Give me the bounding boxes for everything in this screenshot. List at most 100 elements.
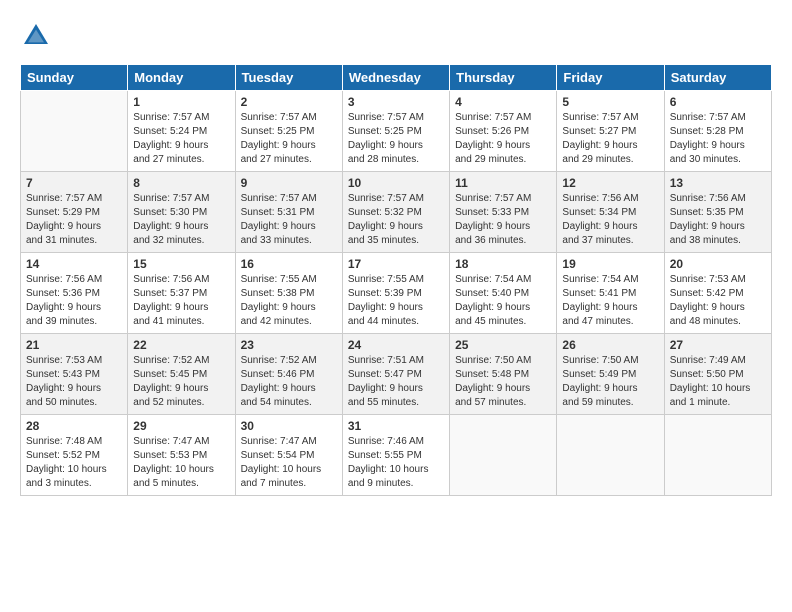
calendar-cell: 31 Sunrise: 7:46 AM Sunset: 5:55 PM Dayli… [342,415,449,496]
calendar-cell: 25Sunrise: 7:50 AM Sunset: 5:48 PM Dayli… [450,334,557,415]
calendar-cell: 12 Sunrise: 7:56 AM Sunset: 5:34 PM Dayli… [557,172,664,253]
day-number: 15 [133,257,229,271]
day-number: 22 [133,338,229,352]
day-number: 13 [670,176,766,190]
calendar-cell: 26 Sunrise: 7:50 AM Sunset: 5:49 PM Dayli… [557,334,664,415]
day-info: Sunrise: 7:52 AM Sunset: 5:45 PM Dayligh… [133,354,229,410]
calendar-cell: 2 Sunrise: 7:57 AM Sunset: 5:25 PM Daylig… [235,91,342,172]
day-info: Sunrise: 7:57 AM Sunset: 5:33 PM Dayligh… [455,192,551,248]
calendar-cell: 30 Sunrise: 7:47 AM Sunset: 5:54 PM Dayli… [235,415,342,496]
day-number: 4 [455,95,551,109]
weekday-header-sunday: Sunday [21,65,128,91]
calendar-cell: 6 Sunrise: 7:57 AM Sunset: 5:28 PM Daylig… [664,91,771,172]
week-row-3: 14Sunrise: 7:56 AM Sunset: 5:36 PM Dayli… [21,253,772,334]
calendar-cell: 16 Sunrise: 7:55 AM Sunset: 5:38 PM Dayli… [235,253,342,334]
calendar-cell: 14Sunrise: 7:56 AM Sunset: 5:36 PM Dayli… [21,253,128,334]
calendar-cell: 20 Sunrise: 7:53 AM Sunset: 5:42 PM Dayli… [664,253,771,334]
day-number: 30 [241,419,337,433]
calendar-cell: 23 Sunrise: 7:52 AM Sunset: 5:46 PM Dayli… [235,334,342,415]
calendar: SundayMondayTuesdayWednesdayThursdayFrid… [20,64,772,496]
day-number: 11 [455,176,551,190]
day-info: Sunrise: 7:54 AM Sunset: 5:40 PM Dayligh… [455,273,551,329]
header [20,20,772,52]
weekday-header-saturday: Saturday [664,65,771,91]
week-row-2: 7Sunrise: 7:57 AM Sunset: 5:29 PM Daylig… [21,172,772,253]
calendar-cell: 3 Sunrise: 7:57 AM Sunset: 5:25 PM Daylig… [342,91,449,172]
weekday-header-monday: Monday [128,65,235,91]
day-info: Sunrise: 7:57 AM Sunset: 5:28 PM Dayligh… [670,111,766,167]
calendar-cell: 21Sunrise: 7:53 AM Sunset: 5:43 PM Dayli… [21,334,128,415]
day-info: Sunrise: 7:47 AM Sunset: 5:54 PM Dayligh… [241,435,337,491]
day-info: Sunrise: 7:57 AM Sunset: 5:25 PM Dayligh… [348,111,444,167]
day-number: 24 [348,338,444,352]
week-row-5: 28 Sunrise: 7:48 AM Sunset: 5:52 PM Dayli… [21,415,772,496]
day-info: Sunrise: 7:48 AM Sunset: 5:52 PM Dayligh… [26,435,122,491]
day-info: Sunrise: 7:53 AM Sunset: 5:42 PM Dayligh… [670,273,766,329]
day-number: 23 [241,338,337,352]
day-info: Sunrise: 7:50 AM Sunset: 5:49 PM Dayligh… [562,354,658,410]
calendar-cell: 9 Sunrise: 7:57 AM Sunset: 5:31 PM Daylig… [235,172,342,253]
weekday-header-tuesday: Tuesday [235,65,342,91]
day-number: 28 [26,419,122,433]
day-number: 21 [26,338,122,352]
week-row-1: 1Sunrise: 7:57 AM Sunset: 5:24 PM Daylig… [21,91,772,172]
calendar-cell: 15 Sunrise: 7:56 AM Sunset: 5:37 PM Dayli… [128,253,235,334]
day-number: 6 [670,95,766,109]
day-number: 9 [241,176,337,190]
day-info: Sunrise: 7:55 AM Sunset: 5:38 PM Dayligh… [241,273,337,329]
logo [20,20,58,52]
calendar-cell [557,415,664,496]
calendar-cell: 4Sunrise: 7:57 AM Sunset: 5:26 PM Daylig… [450,91,557,172]
day-info: Sunrise: 7:55 AM Sunset: 5:39 PM Dayligh… [348,273,444,329]
week-row-4: 21Sunrise: 7:53 AM Sunset: 5:43 PM Dayli… [21,334,772,415]
calendar-cell [450,415,557,496]
day-info: Sunrise: 7:57 AM Sunset: 5:29 PM Dayligh… [26,192,122,248]
day-info: Sunrise: 7:56 AM Sunset: 5:35 PM Dayligh… [670,192,766,248]
day-number: 10 [348,176,444,190]
day-number: 25 [455,338,551,352]
day-number: 1 [133,95,229,109]
day-info: Sunrise: 7:57 AM Sunset: 5:31 PM Dayligh… [241,192,337,248]
calendar-cell: 1Sunrise: 7:57 AM Sunset: 5:24 PM Daylig… [128,91,235,172]
page: SundayMondayTuesdayWednesdayThursdayFrid… [0,0,792,612]
day-number: 27 [670,338,766,352]
calendar-cell: 27 Sunrise: 7:49 AM Sunset: 5:50 PM Dayli… [664,334,771,415]
day-info: Sunrise: 7:57 AM Sunset: 5:25 PM Dayligh… [241,111,337,167]
day-number: 20 [670,257,766,271]
day-number: 3 [348,95,444,109]
day-info: Sunrise: 7:56 AM Sunset: 5:36 PM Dayligh… [26,273,122,329]
day-info: Sunrise: 7:54 AM Sunset: 5:41 PM Dayligh… [562,273,658,329]
calendar-cell: 11 Sunrise: 7:57 AM Sunset: 5:33 PM Dayli… [450,172,557,253]
calendar-cell: 8 Sunrise: 7:57 AM Sunset: 5:30 PM Daylig… [128,172,235,253]
day-info: Sunrise: 7:52 AM Sunset: 5:46 PM Dayligh… [241,354,337,410]
day-number: 16 [241,257,337,271]
day-info: Sunrise: 7:51 AM Sunset: 5:47 PM Dayligh… [348,354,444,410]
calendar-cell [664,415,771,496]
day-number: 26 [562,338,658,352]
day-number: 8 [133,176,229,190]
day-info: Sunrise: 7:56 AM Sunset: 5:34 PM Dayligh… [562,192,658,248]
calendar-cell: 29 Sunrise: 7:47 AM Sunset: 5:53 PM Dayli… [128,415,235,496]
day-info: Sunrise: 7:56 AM Sunset: 5:37 PM Dayligh… [133,273,229,329]
day-info: Sunrise: 7:47 AM Sunset: 5:53 PM Dayligh… [133,435,229,491]
day-info: Sunrise: 7:46 AM Sunset: 5:55 PM Dayligh… [348,435,444,491]
calendar-cell: 10 Sunrise: 7:57 AM Sunset: 5:32 PM Dayli… [342,172,449,253]
weekday-header-wednesday: Wednesday [342,65,449,91]
calendar-cell: 18 Sunrise: 7:54 AM Sunset: 5:40 PM Dayli… [450,253,557,334]
calendar-cell: 7Sunrise: 7:57 AM Sunset: 5:29 PM Daylig… [21,172,128,253]
day-info: Sunrise: 7:57 AM Sunset: 5:32 PM Dayligh… [348,192,444,248]
calendar-cell: 24 Sunrise: 7:51 AM Sunset: 5:47 PM Dayli… [342,334,449,415]
calendar-cell: 28 Sunrise: 7:48 AM Sunset: 5:52 PM Dayli… [21,415,128,496]
day-info: Sunrise: 7:49 AM Sunset: 5:50 PM Dayligh… [670,354,766,410]
day-number: 5 [562,95,658,109]
calendar-cell [21,91,128,172]
day-number: 18 [455,257,551,271]
day-info: Sunrise: 7:57 AM Sunset: 5:30 PM Dayligh… [133,192,229,248]
weekday-header-row: SundayMondayTuesdayWednesdayThursdayFrid… [21,65,772,91]
calendar-cell: 5Sunrise: 7:57 AM Sunset: 5:27 PM Daylig… [557,91,664,172]
day-number: 2 [241,95,337,109]
day-number: 12 [562,176,658,190]
weekday-header-thursday: Thursday [450,65,557,91]
day-number: 29 [133,419,229,433]
day-number: 31 [348,419,444,433]
